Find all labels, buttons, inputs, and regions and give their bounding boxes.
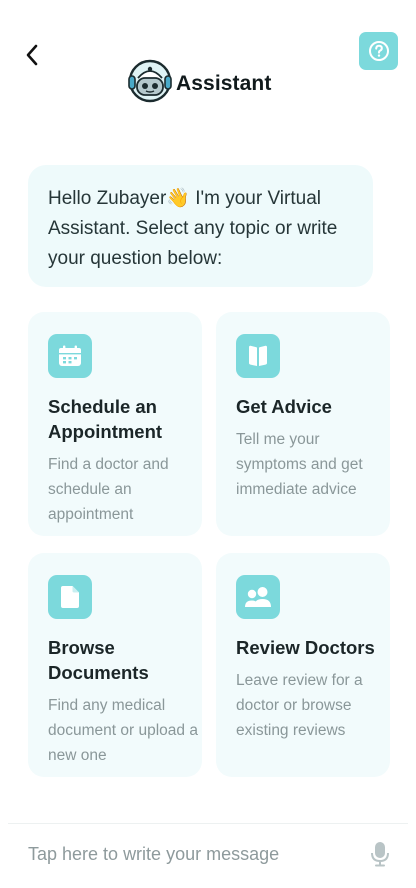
card-description: Find any medical document or upload a ne…	[48, 697, 198, 764]
card-title: Schedule an Appointment	[48, 396, 163, 442]
topic-card-browse-documents[interactable]: Browse Documents Find any medical docume…	[28, 553, 202, 777]
card-title: Get Advice	[236, 396, 332, 417]
assistant-logo	[126, 58, 174, 104]
help-button[interactable]	[359, 32, 398, 70]
message-composer	[8, 823, 408, 888]
card-title: Review Doctors	[236, 637, 375, 658]
assistant-greeting-bubble: Hello Zubayer👋 I'm your Virtual Assistan…	[28, 165, 373, 287]
question-circle-icon	[368, 41, 389, 61]
topic-card-get-advice[interactable]: Get Advice Tell me your symptoms and get…	[216, 312, 390, 536]
card-description: Tell me your symptoms and get immediate …	[236, 431, 363, 498]
topic-card-schedule-appointment[interactable]: Schedule an Appointment Find a doctor an…	[28, 312, 202, 536]
chevron-left-icon	[26, 44, 38, 66]
document-icon	[48, 575, 92, 619]
users-icon	[236, 575, 280, 619]
topic-card-review-doctors[interactable]: Review Doctors Leave review for a doctor…	[216, 553, 390, 777]
mic-button[interactable]	[369, 840, 391, 868]
card-description: Leave review for a doctor or browse exis…	[236, 672, 363, 739]
app-header: Assistant	[0, 0, 416, 130]
card-description: Find a doctor and schedule an appointmen…	[48, 456, 169, 523]
greeting-text: Hello Zubayer👋 I'm your Virtual Assistan…	[48, 188, 338, 269]
card-title: Browse Documents	[48, 637, 149, 683]
page-title: Assistant	[176, 72, 272, 95]
back-button[interactable]	[18, 40, 46, 70]
calendar-icon	[48, 334, 92, 378]
book-icon	[236, 334, 280, 378]
message-input[interactable]	[28, 838, 348, 870]
microphone-icon	[371, 842, 389, 867]
